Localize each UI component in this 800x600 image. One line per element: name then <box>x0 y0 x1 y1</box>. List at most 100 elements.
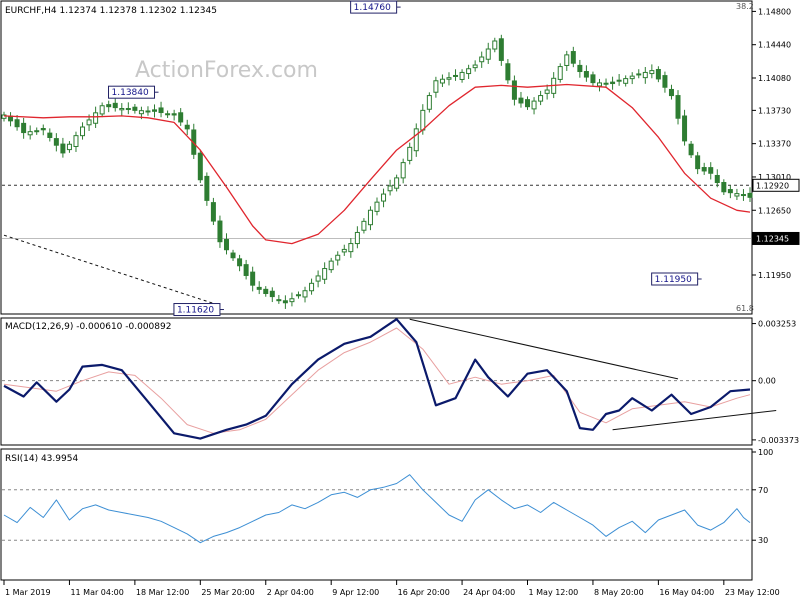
price-tick-label: 1.14080 <box>758 74 791 83</box>
candle-body <box>381 193 387 202</box>
macd-panel-frame <box>0 317 753 446</box>
candle-body <box>132 106 138 111</box>
candle-body <box>119 108 125 111</box>
candle-body <box>112 102 118 109</box>
candle-body <box>73 135 79 148</box>
candle-body <box>695 155 701 170</box>
candle-body <box>60 143 66 154</box>
candle-body <box>518 97 524 104</box>
fib-bottom-label: 61.8 <box>736 304 754 313</box>
candle-body <box>27 131 33 136</box>
candle-body <box>682 115 688 142</box>
x-tick-label: 23 May 12:00 <box>725 588 780 597</box>
macd-lines <box>3 318 751 440</box>
candle-body <box>322 268 328 280</box>
candle-body <box>649 70 655 75</box>
candle-body <box>309 282 315 292</box>
price-tick-label: 1.12650 <box>758 206 791 215</box>
candle-body <box>341 248 347 253</box>
candle-body <box>99 105 105 115</box>
rsi-tick-label: 100 <box>758 448 773 457</box>
candle-body <box>34 130 40 133</box>
price-panel-title: EURCHF,H4 1.12374 1.12378 1.12302 1.1234… <box>5 6 217 16</box>
x-tick-label: 16 Apr 20:00 <box>398 588 450 597</box>
candle-body <box>426 95 432 110</box>
candle-body <box>544 89 550 94</box>
candle-body <box>629 75 635 80</box>
macd-tick-label: 0.00 <box>758 377 776 386</box>
candle-body <box>747 192 753 198</box>
candle-body <box>152 109 158 112</box>
macd-tick-label: 0.003253 <box>758 320 796 329</box>
rsi-panel-frame <box>0 448 753 581</box>
candle-body <box>538 95 544 102</box>
macd-panel-title: MACD(12,26,9) -0.000610 -0.000892 <box>5 322 171 332</box>
current-price-value: 1.12345 <box>756 234 789 243</box>
eurchf-h4-chart: ActionForex.com EURCHF,H4 1.12374 1.1237… <box>0 0 800 597</box>
candle-body <box>472 64 478 69</box>
candle-body <box>433 80 439 93</box>
candle-body <box>256 286 262 290</box>
price-label-text: 1.11620 <box>177 306 214 316</box>
candle-body <box>223 238 229 251</box>
candle-body <box>295 294 301 297</box>
x-tick-label: 24 Apr 04:00 <box>463 588 515 597</box>
candle-body <box>374 201 380 212</box>
candle-body <box>466 68 472 75</box>
price-trendline <box>3 234 221 306</box>
candle-body <box>701 167 707 172</box>
candle-body <box>21 122 27 134</box>
price-label-text: 1.13840 <box>112 88 149 98</box>
candle-body <box>178 112 184 123</box>
candle-body <box>610 81 616 85</box>
candle-body <box>675 95 681 119</box>
candle-body <box>492 40 498 50</box>
candle-body <box>230 252 236 259</box>
candle-body <box>40 127 46 131</box>
x-tick-label: 9 Apr 12:00 <box>332 588 379 597</box>
macd-main-line <box>3 318 751 440</box>
candle-body <box>171 113 177 116</box>
moving-average-path <box>3 83 751 245</box>
candle-body <box>557 66 563 80</box>
candle-body <box>577 64 583 73</box>
candle-body <box>642 71 648 79</box>
macd-tick-label: -0.003373 <box>758 436 799 445</box>
candle-body <box>616 79 622 82</box>
candle-body <box>210 202 216 222</box>
candle-body <box>263 288 269 295</box>
candle-body <box>564 54 570 66</box>
fib-top-label: 38.2 <box>736 2 754 11</box>
candle-body <box>53 138 59 146</box>
candle-body <box>727 189 733 194</box>
candle-body <box>348 243 354 253</box>
candle-body <box>335 254 341 261</box>
candle-body <box>394 177 400 189</box>
candle-body <box>721 182 727 193</box>
price-label-text: 1.14760 <box>354 3 391 13</box>
candle-body <box>479 56 485 63</box>
watermark-text: ActionForex.com <box>135 58 318 83</box>
candle-body <box>184 124 190 130</box>
candle-body <box>413 128 419 152</box>
x-tick-label: 1 Mar 2019 <box>5 588 51 597</box>
candle-body <box>505 63 511 81</box>
candle-body <box>387 185 393 192</box>
candle-body <box>714 174 720 184</box>
macd-trendlines <box>409 318 777 431</box>
candle-body <box>93 112 99 124</box>
candle-body <box>603 82 609 85</box>
candle-body <box>106 104 112 108</box>
candle-body <box>125 108 131 111</box>
candle-body <box>400 162 406 179</box>
candle-body <box>204 175 210 201</box>
candle-body <box>655 68 661 80</box>
candle-body <box>367 209 373 226</box>
candle-body <box>269 290 275 298</box>
candle-body <box>14 119 20 128</box>
candle-body <box>354 231 360 245</box>
rsi-panel-title: RSI(14) 43.9954 <box>5 454 78 464</box>
candle-body <box>446 77 452 80</box>
support-trendline <box>3 234 221 306</box>
rsi-y-axis: 100 70 30 <box>752 448 773 545</box>
